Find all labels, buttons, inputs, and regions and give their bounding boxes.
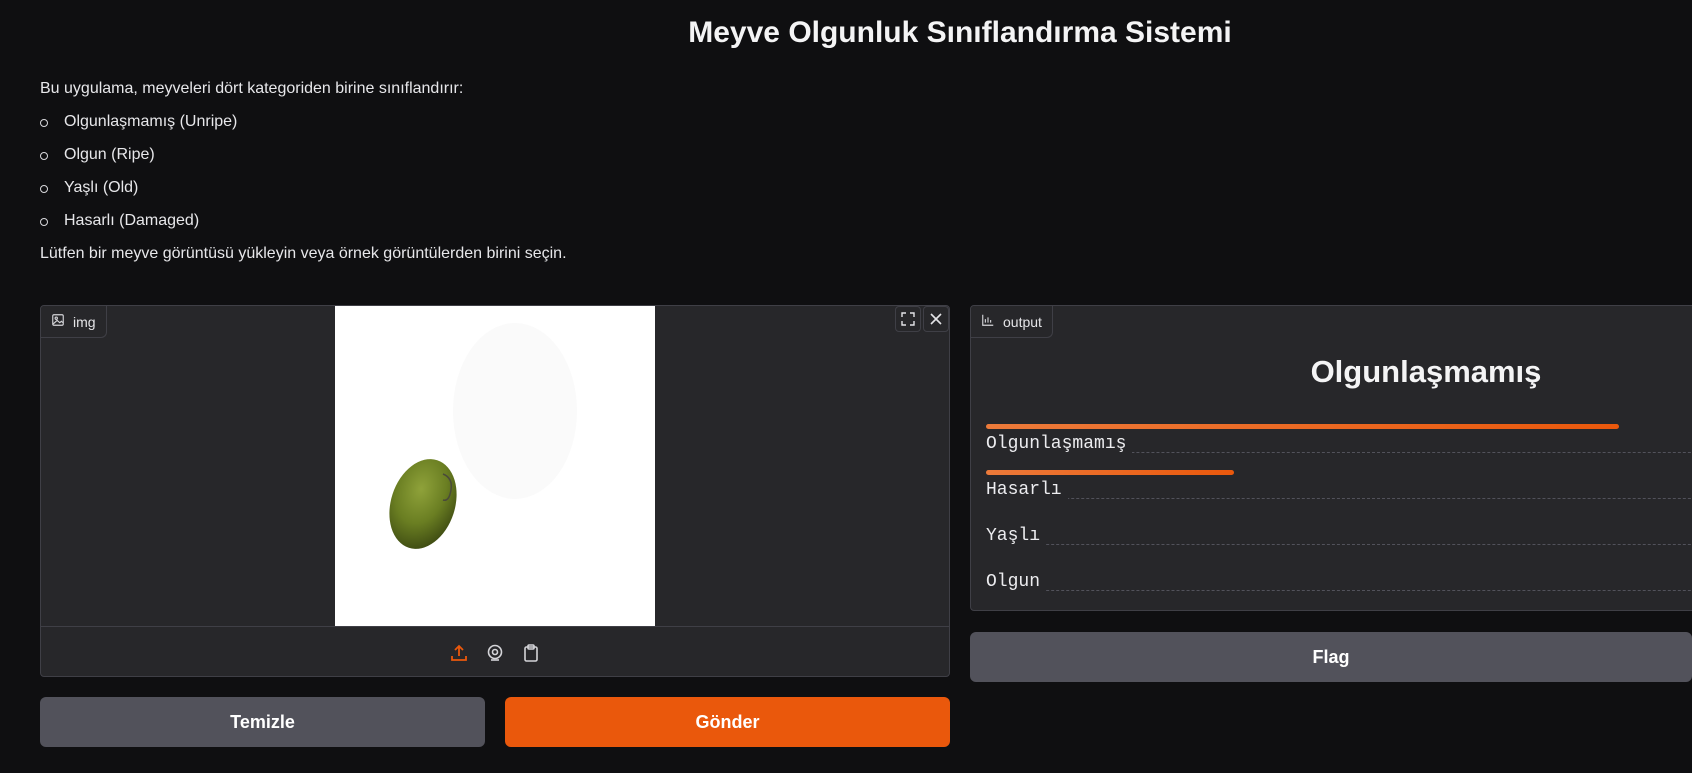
webcam-button[interactable] (483, 641, 507, 665)
confidence-divider (986, 590, 1692, 591)
confidence-label: Olgun (986, 572, 1047, 592)
image-toolbar (895, 306, 949, 334)
description-intro: Bu uygulama, meyveleri dört kategoriden … (40, 80, 464, 97)
confidence-bar (986, 470, 1235, 475)
confidence-bar (986, 424, 1620, 429)
description: Bu uygulama, meyveleri dört kategoriden … (40, 78, 567, 265)
page-title: Meyve Olgunluk Sınıflandırma Sistemi (688, 16, 1232, 49)
image-input-panel[interactable]: img (40, 305, 950, 677)
clear-button[interactable]: Temizle (40, 697, 485, 747)
image-input-label-text: img (73, 313, 96, 330)
fruit-image-preview (335, 306, 655, 626)
fruit-image (389, 323, 577, 549)
chart-icon (981, 313, 995, 330)
category-item: Olgun (Ripe) (40, 144, 567, 166)
fullscreen-icon (901, 312, 915, 326)
confidence-divider (986, 498, 1692, 499)
image-source-bar (41, 626, 949, 676)
flag-button[interactable]: Flag (970, 632, 1692, 682)
output-panel: output Olgunlaşmamış Olgunlaşmamış Hasar… (970, 305, 1692, 611)
confidence-row: Yaşlı (986, 516, 1692, 558)
output-label: output (971, 306, 1053, 338)
submit-button[interactable]: Gönder (505, 697, 950, 747)
app-page: Meyve Olgunluk Sınıflandırma Sistemi Bu … (0, 0, 1692, 773)
category-item: Hasarlı (Damaged) (40, 210, 567, 232)
instruction-text: Lütfen bir meyve görüntüsü yükleyin veya… (40, 245, 567, 262)
webcam-icon (487, 644, 503, 661)
category-item: Yaşlı (Old) (40, 177, 567, 199)
confidence-label: Olgunlaşmamış (986, 434, 1133, 454)
category-item: Olgunlaşmamış (Unripe) (40, 111, 567, 133)
image-icon (51, 313, 65, 330)
close-icon (930, 313, 942, 325)
confidence-divider (986, 544, 1692, 545)
confidence-row: Hasarlı (986, 470, 1692, 512)
output-label-text: output (1003, 313, 1042, 330)
confidence-label: Yaşlı (986, 526, 1047, 546)
clipboard-button[interactable] (519, 641, 543, 665)
upload-icon (451, 644, 467, 661)
predicted-label: Olgunlaşmamış (1310, 354, 1542, 389)
confidence-row: Olgun (986, 562, 1692, 604)
clipboard-icon (524, 643, 538, 662)
confidence-row: Olgunlaşmamış (986, 424, 1692, 466)
upload-button[interactable] (447, 641, 471, 665)
image-input-label: img (41, 306, 107, 338)
category-list: Olgunlaşmamış (Unripe) Olgun (Ripe) Yaşl… (40, 111, 567, 232)
fullscreen-button[interactable] (895, 306, 921, 332)
confidence-label: Hasarlı (986, 480, 1068, 500)
clear-image-button[interactable] (923, 306, 949, 332)
